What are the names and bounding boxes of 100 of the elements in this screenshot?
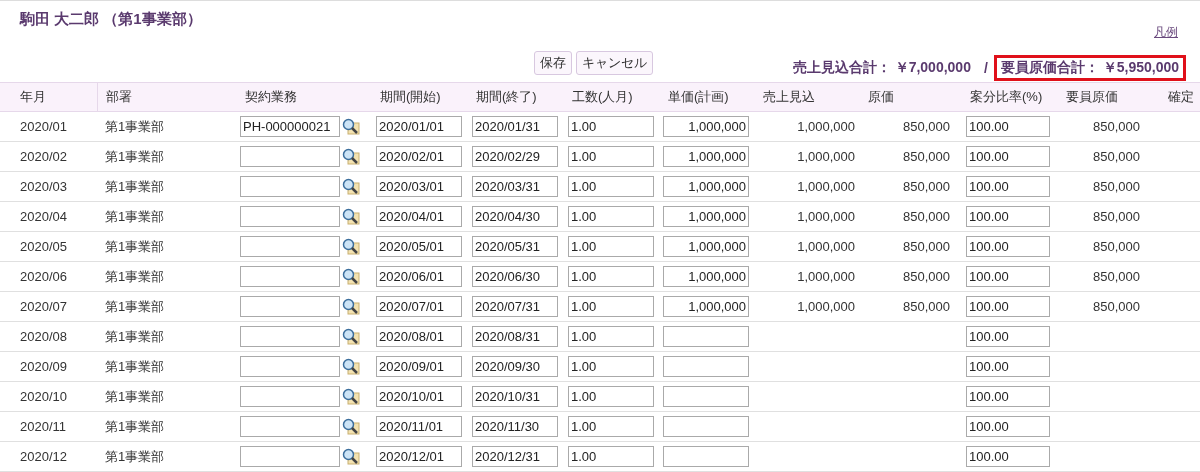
department-cell: 第1事業部 <box>105 297 165 316</box>
end-date-field[interactable]: 2020/04/30 <box>472 206 558 227</box>
contract-field[interactable] <box>240 296 340 317</box>
man-months-field[interactable]: 1.00 <box>568 176 654 197</box>
start-date-field[interactable]: 2020/08/01 <box>376 326 462 347</box>
unit-price-field[interactable]: 1,000,000 <box>663 116 749 137</box>
department-cell: 第1事業部 <box>105 327 165 346</box>
ratio-field[interactable]: 100.00 <box>966 446 1050 467</box>
month-cell: 2020/03 <box>20 179 67 194</box>
end-date-field[interactable]: 2020/03/31 <box>472 176 558 197</box>
end-date-field[interactable]: 2020/12/31 <box>472 446 558 467</box>
man-months-field[interactable]: 1.00 <box>568 356 654 377</box>
ratio-field[interactable]: 100.00 <box>966 326 1050 347</box>
ratio-field[interactable]: 100.00 <box>966 146 1050 167</box>
department-cell: 第1事業部 <box>105 417 165 436</box>
search-icon[interactable] <box>342 148 360 165</box>
man-months-field[interactable]: 1.00 <box>568 446 654 467</box>
unit-price-field[interactable] <box>663 386 749 407</box>
man-months-field[interactable]: 1.00 <box>568 146 654 167</box>
cancel-button[interactable]: キャンセル <box>575 51 653 75</box>
contract-field[interactable] <box>240 266 340 287</box>
contract-field[interactable]: PH-000000021 <box>240 116 340 137</box>
unit-price-field[interactable]: 1,000,000 <box>663 146 749 167</box>
start-date-field[interactable]: 2020/12/01 <box>376 446 462 467</box>
column-header: 期間(終了) <box>468 82 564 112</box>
start-date-field[interactable]: 2020/11/01 <box>376 416 462 437</box>
end-date-field[interactable]: 2020/01/31 <box>472 116 558 137</box>
month-cell: 2020/08 <box>20 329 67 344</box>
man-months-field[interactable]: 1.00 <box>568 116 654 137</box>
contract-field[interactable] <box>240 356 340 377</box>
department-cell: 第1事業部 <box>105 117 165 136</box>
contract-field[interactable] <box>240 236 340 257</box>
contract-field[interactable] <box>240 176 340 197</box>
contract-field[interactable] <box>240 416 340 437</box>
contract-field[interactable] <box>240 206 340 227</box>
unit-price-field[interactable]: 1,000,000 <box>663 296 749 317</box>
unit-price-field[interactable]: 1,000,000 <box>663 236 749 257</box>
start-date-field[interactable]: 2020/03/01 <box>376 176 462 197</box>
ratio-field[interactable]: 100.00 <box>966 356 1050 377</box>
end-date-field[interactable]: 2020/02/29 <box>472 146 558 167</box>
unit-price-field[interactable] <box>663 326 749 347</box>
start-date-field[interactable]: 2020/04/01 <box>376 206 462 227</box>
member-cost-cell: 850,000 <box>1093 179 1140 194</box>
ratio-field[interactable]: 100.00 <box>966 206 1050 227</box>
start-date-field[interactable]: 2020/09/01 <box>376 356 462 377</box>
unit-price-field[interactable]: 1,000,000 <box>663 176 749 197</box>
ratio-field[interactable]: 100.00 <box>966 296 1050 317</box>
unit-price-field[interactable]: 1,000,000 <box>663 266 749 287</box>
start-date-field[interactable]: 2020/07/01 <box>376 296 462 317</box>
search-icon[interactable] <box>342 298 360 315</box>
search-icon[interactable] <box>342 388 360 405</box>
contract-field[interactable] <box>240 386 340 407</box>
end-date-field[interactable]: 2020/08/31 <box>472 326 558 347</box>
unit-price-field[interactable] <box>663 416 749 437</box>
ratio-field[interactable]: 100.00 <box>966 386 1050 407</box>
man-months-field[interactable]: 1.00 <box>568 386 654 407</box>
contract-field[interactable] <box>240 326 340 347</box>
search-icon[interactable] <box>342 358 360 375</box>
search-icon[interactable] <box>342 268 360 285</box>
search-icon[interactable] <box>342 208 360 225</box>
start-date-field[interactable]: 2020/05/01 <box>376 236 462 257</box>
save-button[interactable]: 保存 <box>533 51 572 75</box>
search-icon[interactable] <box>342 418 360 435</box>
end-date-field[interactable]: 2020/10/31 <box>472 386 558 407</box>
search-icon[interactable] <box>342 238 360 255</box>
start-date-field[interactable]: 2020/02/01 <box>376 146 462 167</box>
man-months-field[interactable]: 1.00 <box>568 266 654 287</box>
man-months-field[interactable]: 1.00 <box>568 326 654 347</box>
end-date-field[interactable]: 2020/09/30 <box>472 356 558 377</box>
unit-price-field[interactable] <box>663 356 749 377</box>
end-date-field[interactable]: 2020/07/31 <box>472 296 558 317</box>
start-date-field[interactable]: 2020/10/01 <box>376 386 462 407</box>
start-date-field[interactable]: 2020/01/01 <box>376 116 462 137</box>
end-date-field[interactable]: 2020/06/30 <box>472 266 558 287</box>
man-months-field[interactable]: 1.00 <box>568 206 654 227</box>
unit-price-field[interactable] <box>663 446 749 467</box>
cost-cell: 850,000 <box>903 179 950 194</box>
column-header: 原価 <box>860 82 962 112</box>
ratio-field[interactable]: 100.00 <box>966 266 1050 287</box>
ratio-field[interactable]: 100.00 <box>966 116 1050 137</box>
search-icon[interactable] <box>342 328 360 345</box>
contract-field[interactable] <box>240 146 340 167</box>
man-months-field[interactable]: 1.00 <box>568 296 654 317</box>
ratio-field[interactable]: 100.00 <box>966 236 1050 257</box>
ratio-field[interactable]: 100.00 <box>966 416 1050 437</box>
month-cell: 2020/07 <box>20 299 67 314</box>
member-cost-cell: 850,000 <box>1093 299 1140 314</box>
sales-cell: 1,000,000 <box>797 269 855 284</box>
contract-field[interactable] <box>240 446 340 467</box>
search-icon[interactable] <box>342 448 360 465</box>
start-date-field[interactable]: 2020/06/01 <box>376 266 462 287</box>
legend-link[interactable]: 凡例 <box>1154 24 1178 41</box>
end-date-field[interactable]: 2020/11/30 <box>472 416 558 437</box>
ratio-field[interactable]: 100.00 <box>966 176 1050 197</box>
unit-price-field[interactable]: 1,000,000 <box>663 206 749 227</box>
man-months-field[interactable]: 1.00 <box>568 236 654 257</box>
search-icon[interactable] <box>342 178 360 195</box>
end-date-field[interactable]: 2020/05/31 <box>472 236 558 257</box>
man-months-field[interactable]: 1.00 <box>568 416 654 437</box>
search-icon[interactable] <box>342 118 360 135</box>
